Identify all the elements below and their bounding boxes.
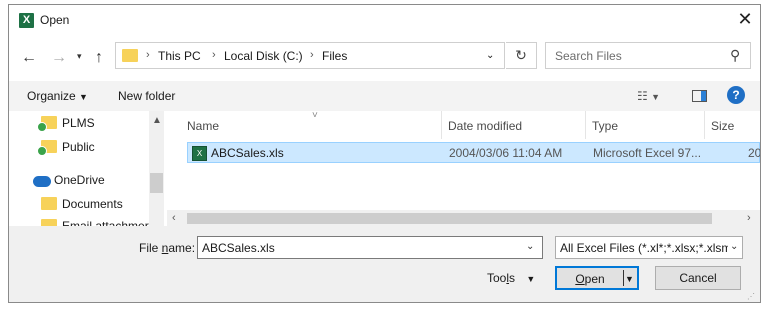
back-arrow-icon[interactable]: ← (21, 49, 37, 67)
shared-badge-icon (37, 122, 47, 132)
table-row[interactable]: X ABCSales.xls 2004/03/06 11:04 AM Micro… (187, 142, 760, 163)
breadcrumb-separator-icon[interactable]: › (146, 49, 150, 61)
folder-icon (41, 197, 57, 210)
preview-pane-icon[interactable] (692, 90, 707, 102)
navigation-scrollbar[interactable]: ▲ (149, 111, 164, 226)
open-button[interactable]: Open ▼ (555, 266, 639, 290)
address-bar[interactable]: › This PC › Local Disk (C:) › Files ⌄ (115, 42, 505, 69)
column-divider[interactable] (441, 111, 442, 139)
breadcrumb-separator-icon[interactable]: › (212, 49, 216, 61)
view-options-icon[interactable]: ☷ ▼ (637, 89, 660, 103)
sidebar-item-documents[interactable]: Documents (62, 194, 123, 214)
sort-indicator-icon: ˅ (312, 111, 318, 121)
column-header-type[interactable]: Type (592, 119, 618, 133)
search-icon: ⚲ (730, 47, 741, 63)
file-name-cell: ABCSales.xls (211, 146, 284, 160)
chevron-down-icon[interactable]: ⌄ (728, 241, 739, 252)
scrollbar-thumb[interactable] (150, 173, 163, 193)
open-dialog: X Open ✕ ← → ▾ ↑ › This PC › Local Disk … (8, 4, 761, 303)
new-folder-button[interactable]: New folder (118, 89, 175, 103)
scroll-up-icon[interactable]: ▲ (152, 115, 162, 126)
title-bar: X Open ✕ (9, 5, 760, 35)
tools-menu[interactable]: Tools ▼ (487, 271, 535, 285)
column-divider[interactable] (704, 111, 705, 139)
breadcrumb-local-disk[interactable]: Local Disk (C:) (224, 49, 303, 63)
chevron-down-icon[interactable]: ⌄ (526, 241, 534, 252)
sidebar-item-onedrive[interactable]: OneDrive (54, 170, 105, 190)
organize-menu[interactable]: Organize ▼ (27, 89, 88, 103)
close-icon[interactable]: ✕ (735, 9, 755, 29)
sidebar-item-email-attachments[interactable]: Email attachmer (62, 216, 149, 226)
scroll-right-icon[interactable]: › (747, 212, 751, 224)
excel-app-icon: X (19, 13, 34, 28)
file-name-value: ABCSales.xls (202, 241, 275, 255)
address-dropdown-chevron-icon[interactable]: ⌄ (486, 50, 494, 61)
scrollbar-thumb[interactable] (187, 213, 712, 224)
file-date-cell: 2004/03/06 11:04 AM (449, 146, 563, 160)
breadcrumb-separator-icon[interactable]: › (310, 49, 314, 61)
folder-icon (122, 49, 138, 62)
file-name-label: File name: (139, 241, 196, 255)
file-list: ˅ Name Date modified Type Size X ABCSale… (167, 111, 760, 226)
folder-icon (41, 219, 57, 226)
column-header-size[interactable]: Size (711, 119, 734, 133)
sidebar-item-public[interactable]: Public (62, 137, 95, 157)
chevron-down-icon: ▼ (526, 274, 536, 284)
search-placeholder: Search Files (555, 49, 622, 63)
file-list-scrollbar[interactable]: ‹ › (167, 210, 760, 226)
file-size-cell: 20 (748, 146, 760, 160)
column-header-name[interactable]: Name (187, 119, 219, 133)
resize-grip-icon[interactable]: ⋰ (747, 292, 755, 301)
scroll-left-icon[interactable]: ‹ (172, 212, 176, 224)
file-type-cell: Microsoft Excel 97... (593, 146, 702, 160)
onedrive-cloud-icon (33, 176, 51, 187)
refresh-icon[interactable]: ↻ (506, 42, 537, 69)
search-input[interactable]: Search Files ⚲ (545, 42, 751, 69)
breadcrumb-files[interactable]: Files (322, 49, 347, 63)
excel-file-icon: X (192, 146, 207, 161)
forward-arrow-icon[interactable]: → (51, 49, 67, 67)
dialog-footer: File name: ABCSales.xls ⌄ All Excel File… (9, 226, 760, 302)
file-type-filter[interactable]: All Excel Files (*.xl*;*.xlsx;*.xlsm ⌄ (555, 236, 743, 259)
sidebar-item-plms[interactable]: PLMS (62, 113, 95, 133)
shared-badge-icon (37, 146, 47, 156)
up-arrow-icon[interactable]: ↑ (95, 49, 103, 67)
split-divider (623, 270, 624, 286)
open-options-dropdown-icon[interactable]: ▼ (625, 268, 634, 290)
organize-label: Organize (27, 89, 76, 103)
breadcrumb-this-pc[interactable]: This PC (158, 49, 201, 63)
recent-locations-chevron-icon[interactable]: ▾ (77, 51, 82, 62)
navigation-pane: PLMS Public OneDrive Documents Email att… (9, 111, 167, 226)
window-title: Open (40, 13, 70, 27)
command-bar: Organize ▼ New folder ☷ ▼ ? (9, 81, 760, 111)
file-type-filter-value: All Excel Files (*.xl*;*.xlsx;*.xlsm (560, 241, 732, 255)
file-name-field[interactable]: ABCSales.xls ⌄ (197, 236, 543, 259)
column-divider[interactable] (585, 111, 586, 139)
help-icon[interactable]: ? (727, 86, 745, 104)
chevron-down-icon: ▼ (79, 92, 88, 102)
cancel-button[interactable]: Cancel (655, 266, 741, 290)
column-header-date-modified[interactable]: Date modified (448, 119, 522, 133)
